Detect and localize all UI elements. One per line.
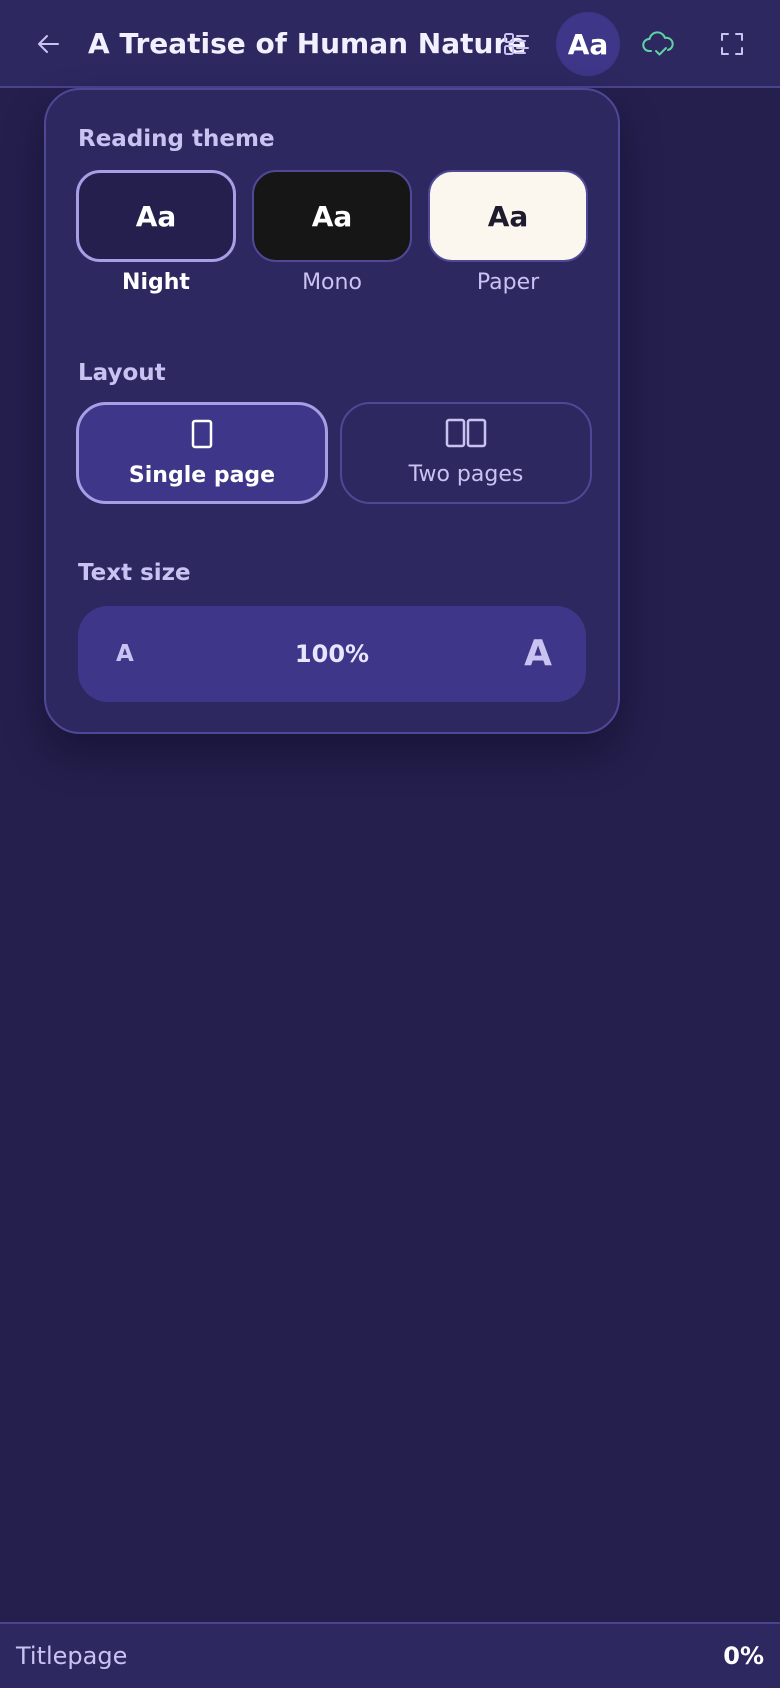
- text-size-label: Text size: [78, 560, 191, 586]
- text-size-control: A 100% A: [78, 606, 586, 702]
- layout-single-page-label: Single page: [128, 463, 276, 488]
- theme-night-label: Night: [122, 270, 190, 295]
- fullscreen-icon: [721, 33, 743, 55]
- reading-settings-button[interactable]: Aa: [556, 12, 620, 76]
- theme-mono-label: Mono: [302, 270, 362, 295]
- fullscreen-button[interactable]: [700, 12, 764, 76]
- layout-two-pages-option[interactable]: Two pages: [340, 402, 592, 504]
- sync-status-button[interactable]: [626, 12, 690, 76]
- theme-night-sample: Aa: [135, 199, 177, 233]
- two-pages-icon: [445, 418, 487, 448]
- layout-two-pages-label: Two pages: [408, 462, 524, 487]
- reader-header: A Treatise of Human Nature Aa: [0, 0, 780, 88]
- back-button[interactable]: [28, 22, 68, 66]
- increase-text-size-button[interactable]: A: [524, 606, 552, 702]
- layout-single-page-option[interactable]: Single page: [76, 402, 328, 504]
- current-chapter: Titlepage: [16, 1642, 128, 1670]
- reading-settings-panel: Reading theme Aa Night Aa Mono Aa Paper …: [44, 88, 620, 734]
- cloud-check-icon: [642, 31, 674, 56]
- theme-paper-sample: Aa: [487, 199, 529, 233]
- book-title: A Treatise of Human Nature: [88, 27, 527, 60]
- theme-mono-option[interactable]: Aa: [252, 170, 412, 262]
- arrow-left-icon: [38, 35, 59, 53]
- theme-paper-label: Paper: [476, 270, 540, 295]
- reading-theme-label: Reading theme: [78, 126, 275, 152]
- theme-night-option[interactable]: Aa: [76, 170, 236, 262]
- reader-footer: Titlepage 0%: [0, 1622, 780, 1688]
- table-of-contents-icon: [504, 33, 529, 55]
- text-size-value: 100%: [294, 640, 370, 668]
- reading-progress: 0%: [723, 1642, 764, 1670]
- single-page-icon: [191, 419, 213, 449]
- layout-label: Layout: [78, 360, 166, 386]
- theme-mono-sample: Aa: [311, 199, 353, 233]
- theme-paper-option[interactable]: Aa: [428, 170, 588, 262]
- table-of-contents-button[interactable]: [484, 12, 548, 76]
